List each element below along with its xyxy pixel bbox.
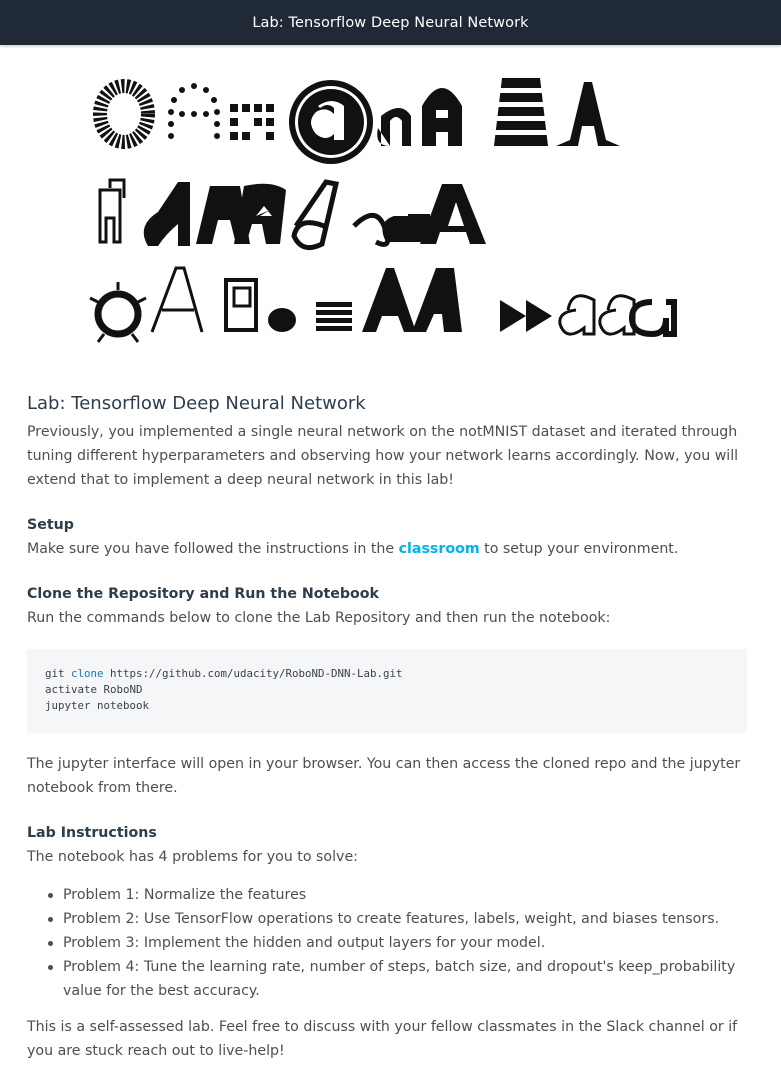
clone-paragraph: Run the commands below to clone the Lab … xyxy=(27,610,611,626)
list-item: Problem 4: Tune the learning rate, numbe… xyxy=(27,955,747,1003)
setup-text-before: Make sure you have followed the instruct… xyxy=(27,541,399,557)
setup-text-after: to setup your environment. xyxy=(479,541,679,557)
clone-heading: Clone the Repository and Run the Noteboo… xyxy=(27,586,379,602)
code-git: git xyxy=(45,667,72,680)
notmnist-letters-icon xyxy=(89,78,677,343)
closing-paragraph: This is a self-assessed lab. Feel free t… xyxy=(27,1019,738,1059)
setup-paragraph: Make sure you have followed the instruct… xyxy=(27,537,747,561)
clone-after-paragraph: The jupyter interface will open in your … xyxy=(27,756,741,796)
problems-list: Problem 1: Normalize the features Proble… xyxy=(27,883,747,1003)
setup-section: Setup Make sure you have followed the in… xyxy=(27,513,747,561)
code-block[interactable]: git clone https://github.com/udacity/Rob… xyxy=(27,649,747,733)
instructions-paragraph: The notebook has 4 problems for you to s… xyxy=(27,849,358,865)
code-line-2: activate RoboND xyxy=(45,683,143,696)
header-title: Lab: Tensorflow Deep Neural Network xyxy=(252,14,529,31)
lab-article: Lab: Tensorflow Deep Neural Network Prev… xyxy=(27,390,747,1063)
top-header-bar: Lab: Tensorflow Deep Neural Network xyxy=(0,0,781,45)
list-item: Problem 1: Normalize the features xyxy=(27,883,747,907)
setup-heading: Setup xyxy=(27,517,74,533)
intro-paragraph: Previously, you implemented a single neu… xyxy=(27,424,739,488)
instructions-heading: Lab Instructions xyxy=(27,825,157,841)
instructions-section: Lab Instructions The notebook has 4 prob… xyxy=(27,821,747,1063)
notmnist-letters-image xyxy=(86,66,696,356)
code-repo-url: https://github.com/udacity/RoboND-DNN-La… xyxy=(103,667,403,680)
clone-section: Clone the Repository and Run the Noteboo… xyxy=(27,582,747,800)
code-clone-keyword: clone xyxy=(71,667,104,680)
list-item: Problem 2: Use TensorFlow operations to … xyxy=(27,907,747,931)
classroom-link[interactable]: classroom xyxy=(399,541,480,557)
code-line-3: jupyter notebook xyxy=(45,699,150,712)
list-item: Problem 3: Implement the hidden and outp… xyxy=(27,931,747,955)
article-title: Lab: Tensorflow Deep Neural Network xyxy=(27,393,366,414)
code-line-1: git clone https://github.com/udacity/Rob… xyxy=(45,666,729,682)
